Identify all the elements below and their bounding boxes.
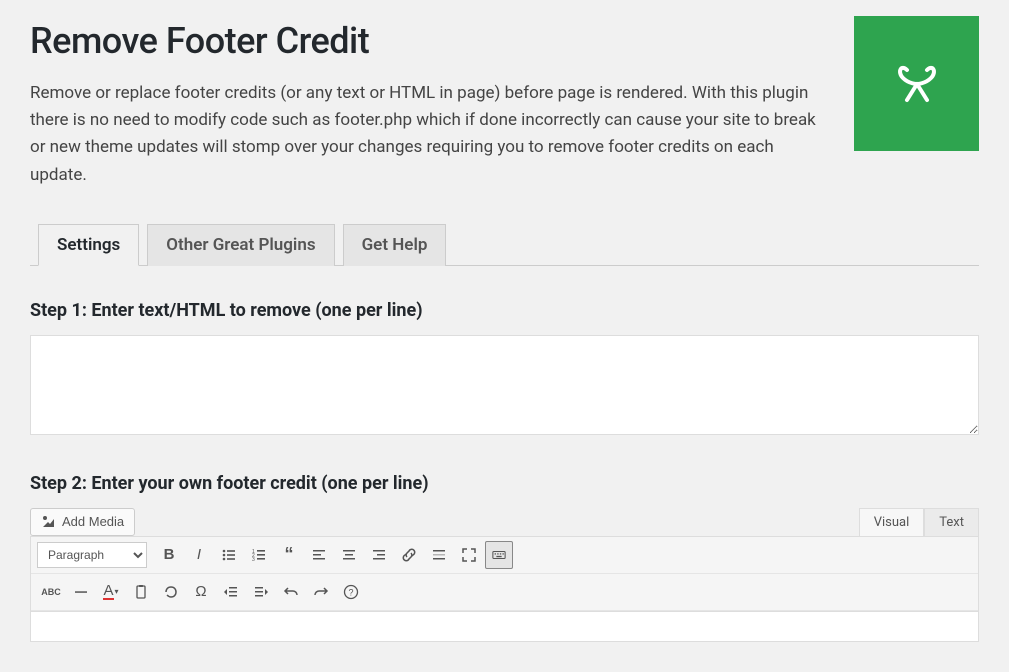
remove-text-textarea[interactable] [30,335,979,435]
align-left-icon[interactable] [305,541,333,569]
tab-other-plugins[interactable]: Other Great Plugins [147,224,334,266]
keyboard-icon[interactable] [485,541,513,569]
svg-text:?: ? [348,587,353,597]
text-color-icon[interactable]: A▾ [97,578,125,606]
page-title: Remove Footer Credit [30,20,834,62]
special-char-icon[interactable]: Ω [187,578,215,606]
abc-icon[interactable]: ABC [37,578,65,606]
format-select[interactable]: Paragraph [37,542,147,568]
fullscreen-icon[interactable] [455,541,483,569]
help-icon[interactable]: ? [337,578,365,606]
step-1-label: Step 1: Enter text/HTML to remove (one p… [30,300,979,321]
outdent-icon[interactable] [217,578,245,606]
clear-format-icon[interactable] [157,578,185,606]
align-center-icon[interactable] [335,541,363,569]
indent-icon[interactable] [247,578,275,606]
link-icon[interactable] [395,541,423,569]
quote-icon[interactable]: “ [275,541,303,569]
redo-icon[interactable] [307,578,335,606]
page-description: Remove or replace footer credits (or any… [30,80,830,189]
svg-text:3: 3 [252,557,255,563]
align-right-icon[interactable] [365,541,393,569]
tab-get-help[interactable]: Get Help [343,224,447,266]
bullet-list-icon[interactable] [215,541,243,569]
media-icon [41,514,57,530]
add-media-label: Add Media [62,514,124,529]
brand-logo [854,16,979,151]
editor-tab-text[interactable]: Text [924,508,979,536]
editor-content-area[interactable] [30,612,979,642]
editor-toolbar: Paragraph B I 123 “ ABC A▾ Ω ? [30,536,979,612]
add-media-button[interactable]: Add Media [30,508,135,536]
italic-icon[interactable]: I [185,541,213,569]
hr-icon[interactable] [67,578,95,606]
toolbar-row-2: ABC A▾ Ω ? [31,574,978,611]
tab-settings[interactable]: Settings [38,224,139,266]
undo-icon[interactable] [277,578,305,606]
read-more-icon[interactable] [425,541,453,569]
paste-text-icon[interactable] [127,578,155,606]
bold-icon[interactable]: B [155,541,183,569]
editor-tab-visual[interactable]: Visual [859,508,925,536]
gift-bow-icon [893,60,941,108]
toolbar-row-1: Paragraph B I 123 “ [31,537,978,574]
step-2-label: Step 2: Enter your own footer credit (on… [30,473,979,494]
number-list-icon[interactable]: 123 [245,541,273,569]
nav-tabs: Settings Other Great Plugins Get Help [30,223,979,266]
